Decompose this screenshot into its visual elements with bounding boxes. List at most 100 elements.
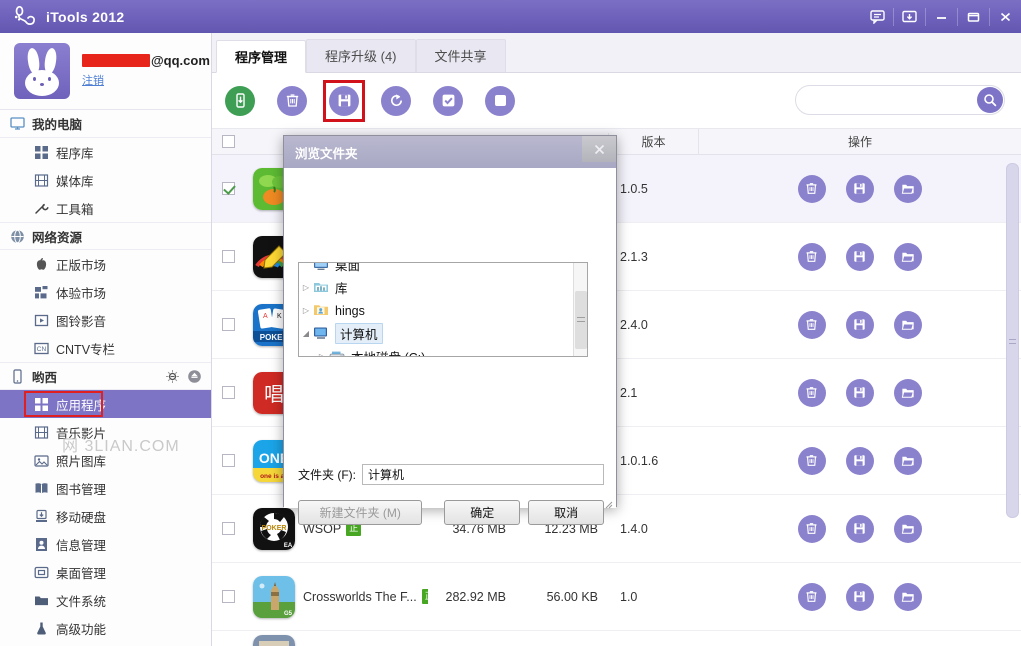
row-checkbox[interactable]: [222, 454, 235, 467]
row-delete-button[interactable]: [798, 175, 826, 203]
expander-icon[interactable]: ▷: [299, 283, 313, 292]
ok-button[interactable]: 确定: [444, 500, 520, 525]
sidebar-group-network-resources[interactable]: 网络资源: [0, 222, 211, 250]
item-label: 媒体库: [56, 171, 94, 190]
row-openfolder-button[interactable]: [894, 583, 922, 611]
eject-icon[interactable]: [187, 369, 202, 384]
sidebar-item-cntv[interactable]: CN CNTV专栏: [0, 334, 211, 362]
select-all-checkbox[interactable]: [222, 135, 235, 148]
sidebar-item-applications[interactable]: 应用程序: [0, 390, 211, 418]
dialog-buttons: 新建文件夹 (M) 确定 取消: [298, 500, 604, 525]
row-backup-button[interactable]: [846, 447, 874, 475]
expander-icon[interactable]: ▷: [299, 306, 313, 315]
user-profile: @qq.com 注销: [0, 33, 211, 110]
row-delete-button[interactable]: [798, 447, 826, 475]
play-box-icon: [34, 313, 49, 328]
sidebar-item-desktop-manage[interactable]: 桌面管理: [0, 558, 211, 586]
feedback-button[interactable]: [862, 0, 893, 33]
row-backup-button[interactable]: [846, 243, 874, 271]
sidebar-item-external-disk[interactable]: 移动硬盘: [0, 502, 211, 530]
sidebar-item-trial-market[interactable]: 体验市场: [0, 278, 211, 306]
resize-grip-icon[interactable]: [603, 496, 613, 506]
sidebar-item-photos[interactable]: 照片图库: [0, 446, 211, 474]
sidebar-item-messages[interactable]: 信息管理: [0, 530, 211, 558]
app-version: 2.1.3: [608, 250, 698, 264]
sidebar-item-music-video[interactable]: 音乐影片: [0, 418, 211, 446]
row-backup-button[interactable]: [846, 175, 874, 203]
row-openfolder-button[interactable]: [894, 447, 922, 475]
tree-node-desktop[interactable]: 桌面: [299, 262, 573, 276]
tree-node-library[interactable]: ▷ 库: [299, 276, 573, 299]
sidebar-group-my-computer[interactable]: 我的电脑: [0, 110, 211, 138]
uninstall-button[interactable]: [277, 86, 307, 116]
tree-node-hings[interactable]: ▷ hings: [299, 299, 573, 322]
sidebar-item-ringtone-video[interactable]: 图铃影音: [0, 306, 211, 334]
row-delete-button[interactable]: [798, 379, 826, 407]
row-backup-button[interactable]: [846, 311, 874, 339]
refresh-button[interactable]: [381, 86, 411, 116]
row-checkbox[interactable]: [222, 590, 235, 603]
row-delete-button[interactable]: [798, 243, 826, 271]
dialog-close-button[interactable]: [582, 136, 616, 162]
expander-icon[interactable]: ▷: [315, 352, 329, 357]
tab-file-sharing[interactable]: 文件共享: [416, 39, 506, 72]
minimize-button[interactable]: [926, 0, 957, 33]
sidebar-item-file-system[interactable]: 文件系统: [0, 586, 211, 614]
select-all-button[interactable]: [433, 86, 463, 116]
tree-scrollbar-grip-icon: [577, 317, 585, 322]
new-folder-button[interactable]: 新建文件夹 (M): [298, 500, 422, 525]
tree-node-local-disk-c[interactable]: ▷ 本地磁盘 (C:): [299, 345, 573, 357]
table-row[interactable]: G5 Crossworlds The F... 正 282.92 MB 56.0…: [212, 563, 1021, 631]
row-checkbox[interactable]: [222, 182, 235, 195]
row-backup-button[interactable]: [846, 583, 874, 611]
maximize-button[interactable]: [958, 0, 989, 33]
row-openfolder-button[interactable]: [894, 515, 922, 543]
window-title: iTools 2012: [46, 9, 125, 25]
backup-button[interactable]: [329, 86, 359, 116]
sidebar-item-program-library[interactable]: 程序库: [0, 138, 211, 166]
search-input[interactable]: [795, 85, 1005, 115]
tab-program-management[interactable]: 程序管理: [216, 40, 306, 73]
sidebar-item-toolbox[interactable]: 工具箱: [0, 194, 211, 222]
tree-scrollbar[interactable]: [573, 263, 587, 356]
row-delete-button[interactable]: [798, 515, 826, 543]
tree-node-label: 本地磁盘 (C:): [351, 347, 425, 357]
expander-icon-expanded[interactable]: ◢: [299, 329, 313, 338]
row-openfolder-button[interactable]: [894, 379, 922, 407]
content-scrollbar[interactable]: [1006, 163, 1019, 548]
table-row[interactable]: [212, 631, 1021, 646]
item-label: 桌面管理: [56, 563, 106, 582]
sidebar-item-media-library[interactable]: 媒体库: [0, 166, 211, 194]
folder-path-input[interactable]: [362, 464, 604, 485]
wrench-icon: [34, 201, 49, 216]
row-openfolder-button[interactable]: [894, 175, 922, 203]
logout-link[interactable]: 注销: [82, 72, 104, 88]
sidebar-group-device[interactable]: 哟西: [0, 362, 211, 390]
folder-tree[interactable]: 桌面 ▷ 库 ▷ hings ◢ 计算机: [298, 262, 588, 357]
search-button[interactable]: [977, 87, 1003, 113]
row-delete-button[interactable]: [798, 311, 826, 339]
tree-node-computer[interactable]: ◢ 计算机: [299, 322, 573, 345]
stop-button[interactable]: [485, 86, 515, 116]
globe-icon: [10, 229, 25, 244]
row-checkbox[interactable]: [222, 522, 235, 535]
usb-icon: [34, 509, 49, 524]
sidebar-item-official-market[interactable]: 正版市场: [0, 250, 211, 278]
row-delete-button[interactable]: [798, 583, 826, 611]
sidebar-item-advanced[interactable]: 高级功能: [0, 614, 211, 642]
row-openfolder-button[interactable]: [894, 311, 922, 339]
row-openfolder-button[interactable]: [894, 243, 922, 271]
row-checkbox[interactable]: [222, 250, 235, 263]
download-button[interactable]: [894, 0, 925, 33]
close-button[interactable]: [990, 0, 1021, 33]
tab-program-upgrade[interactable]: 程序升级 (4): [306, 39, 416, 72]
row-checkbox[interactable]: [222, 386, 235, 399]
header-version[interactable]: 版本: [608, 133, 698, 150]
sidebar-item-books[interactable]: 图书管理: [0, 474, 211, 502]
row-checkbox[interactable]: [222, 318, 235, 331]
install-button[interactable]: [225, 86, 255, 116]
row-backup-button[interactable]: [846, 379, 874, 407]
flash-sync-icon[interactable]: [165, 369, 180, 384]
cancel-button[interactable]: 取消: [528, 500, 604, 525]
row-backup-button[interactable]: [846, 515, 874, 543]
